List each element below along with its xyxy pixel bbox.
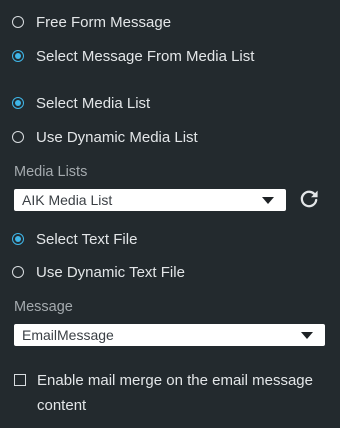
- radio-select-text-file[interactable]: Select Text File: [12, 227, 137, 251]
- message-label: Message: [14, 299, 73, 315]
- radio-button[interactable]: [12, 131, 24, 143]
- radio-button-selected[interactable]: [12, 97, 24, 109]
- radio-label: Select Text File: [36, 230, 138, 248]
- radio-button[interactable]: [12, 266, 24, 278]
- radio-button[interactable]: [12, 16, 24, 28]
- radio-label: Select Message From Media List: [36, 47, 255, 65]
- chevron-down-icon: [262, 197, 274, 204]
- media-lists-select[interactable]: AIK Media List: [14, 189, 286, 211]
- radio-select-media-list[interactable]: Select Media List: [12, 91, 150, 115]
- mail-merge-checkbox[interactable]: [14, 374, 26, 386]
- message-selected-value: EmailMessage: [22, 327, 114, 343]
- radio-free-form-message[interactable]: Free Form Message: [12, 10, 171, 34]
- radio-select-message-from-media-list[interactable]: Select Message From Media List: [12, 44, 254, 68]
- radio-label: Select Media List: [36, 94, 151, 112]
- media-lists-selected-value: AIK Media List: [22, 192, 113, 208]
- radio-label: Use Dynamic Media List: [36, 128, 198, 146]
- radio-button-selected[interactable]: [12, 233, 24, 245]
- radio-label: Free Form Message: [36, 13, 172, 31]
- refresh-icon[interactable]: [297, 187, 321, 211]
- radio-button-selected[interactable]: [12, 50, 24, 62]
- chevron-down-icon: [301, 332, 313, 339]
- mail-merge-label[interactable]: Enable mail merge on the email message c…: [37, 368, 327, 418]
- media-lists-label: Media Lists: [14, 164, 88, 180]
- radio-label: Use Dynamic Text File: [36, 263, 185, 281]
- radio-use-dynamic-media-list[interactable]: Use Dynamic Media List: [12, 125, 198, 149]
- message-select[interactable]: EmailMessage: [14, 324, 325, 346]
- radio-use-dynamic-text-file[interactable]: Use Dynamic Text File: [12, 260, 185, 284]
